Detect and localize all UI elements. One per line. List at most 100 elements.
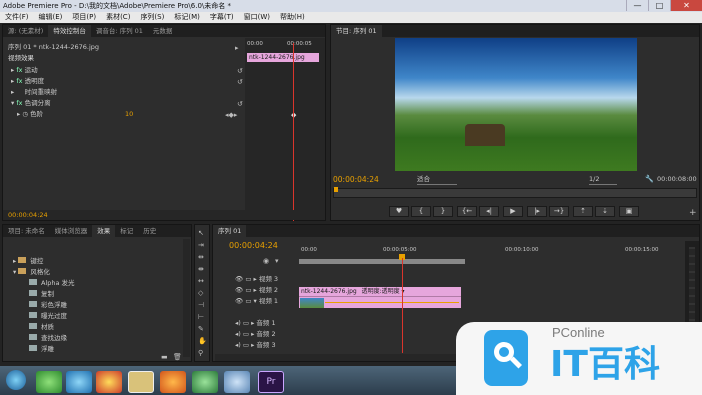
effect-solarize[interactable]: 曝光过度 xyxy=(29,311,67,322)
tab-effects[interactable]: 效果 xyxy=(92,225,116,237)
rate-stretch-tool-icon[interactable]: ↔ xyxy=(198,277,204,286)
menu-project[interactable]: 项目(P) xyxy=(67,12,101,23)
go-to-in-button[interactable]: {← xyxy=(457,206,477,217)
menu-title[interactable]: 字幕(T) xyxy=(205,12,239,23)
taskbar-window-icon[interactable] xyxy=(224,371,250,393)
menu-marker[interactable]: 标记(M) xyxy=(169,12,205,23)
track-audio1[interactable]: ◂) ▭ ▸ 音频 1 xyxy=(235,318,276,329)
opacity-line[interactable] xyxy=(325,302,459,303)
menu-sequence[interactable]: 序列(S) xyxy=(135,12,169,23)
work-area-bar[interactable] xyxy=(299,259,465,264)
add-marker-icon[interactable]: ▾ xyxy=(275,257,279,266)
taskbar-qq-icon[interactable] xyxy=(96,371,122,393)
program-scrub-bar[interactable] xyxy=(333,188,697,198)
window-title: Adobe Premiere Pro - D:\我的文档\Adobe\Premi… xyxy=(0,0,702,12)
menu-help[interactable]: 帮助(H) xyxy=(275,12,310,23)
menu-edit[interactable]: 编辑(E) xyxy=(34,12,68,23)
delete-icon[interactable]: 🗑 xyxy=(173,353,182,362)
start-button-icon[interactable] xyxy=(6,370,26,390)
new-folder-icon[interactable]: ▬ xyxy=(161,353,168,362)
taskbar-360-icon[interactable] xyxy=(36,371,62,393)
taskbar-ie-icon[interactable] xyxy=(66,371,92,393)
close-button[interactable]: ✕ xyxy=(670,0,702,11)
pen-tool-icon[interactable]: ✎ xyxy=(198,325,204,334)
snap-icon[interactable]: ◉ xyxy=(263,257,269,266)
folder-keying[interactable]: ▸ 键控 xyxy=(13,256,43,267)
maximize-button[interactable]: □ xyxy=(648,0,670,11)
track-video2[interactable]: 👁 ▭ ▸ 视频 2 xyxy=(235,285,278,296)
go-to-out-button[interactable]: →} xyxy=(549,206,569,217)
scrub-playhead[interactable] xyxy=(334,187,338,192)
reset-icon[interactable]: ↺ xyxy=(237,100,243,109)
step-forward-button[interactable]: |▸ xyxy=(527,206,547,217)
folder-stylize[interactable]: ▾ 风格化 xyxy=(13,267,50,278)
menu-clip[interactable]: 素材(C) xyxy=(101,12,135,23)
mark-in-button[interactable]: { xyxy=(411,206,431,217)
track-video3[interactable]: 👁 ▭ ▸ 视频 3 xyxy=(235,274,278,285)
menu-file[interactable]: 文件(F) xyxy=(0,12,34,23)
tab-sequence[interactable]: 序列 01 xyxy=(213,225,247,237)
tab-program[interactable]: 节目: 序列 01 xyxy=(331,25,382,37)
menu-window[interactable]: 窗口(W) xyxy=(239,12,275,23)
tab-metadata[interactable]: 元数据 xyxy=(148,25,178,37)
mark-out-button[interactable]: } xyxy=(433,206,453,217)
tab-markers[interactable]: 标记 xyxy=(115,225,138,237)
level-value[interactable]: 10 xyxy=(125,109,133,120)
fit-dropdown[interactable]: 适合 xyxy=(417,174,457,185)
add-marker-button[interactable]: ♥ xyxy=(389,206,409,217)
step-back-button[interactable]: ◂| xyxy=(479,206,499,217)
razor-tool-icon[interactable]: ◇ xyxy=(198,289,203,298)
track-audio2[interactable]: ◂) ▭ ▸ 音频 2 xyxy=(235,329,276,340)
effect-row-opacity[interactable]: ▸ fx 透明度 xyxy=(11,76,44,87)
zoom-tool-icon[interactable]: ⚲ xyxy=(198,349,203,358)
effect-row-motion[interactable]: ▸ fx 运动 xyxy=(11,65,38,76)
slip-tool-icon[interactable]: ⊣ xyxy=(198,301,204,310)
quality-dropdown[interactable]: 1/2 xyxy=(589,174,617,185)
ripple-edit-tool-icon[interactable]: ⇹ xyxy=(198,253,204,262)
tab-audio-mixer[interactable]: 调音台: 序列 01 xyxy=(91,25,148,37)
taskbar-premiere-icon[interactable]: Pr xyxy=(258,371,284,393)
taskbar-explorer-icon[interactable] xyxy=(128,371,154,393)
timeline-clip-header[interactable]: ntk-1244-2676.jpg 透明度:透明度 ▾ xyxy=(299,287,461,296)
tab-history[interactable]: 历史 xyxy=(138,225,161,237)
project-scrollbar[interactable] xyxy=(183,239,190,357)
effect-alpha-glow[interactable]: Alpha 发光 xyxy=(29,278,75,289)
export-frame-button[interactable]: ▣ xyxy=(619,206,639,217)
extract-button[interactable]: ⇣ xyxy=(595,206,615,217)
keyframe-nav-icon[interactable]: ◂◆▸ xyxy=(225,111,237,120)
effect-texturize[interactable]: 材质 xyxy=(29,322,54,333)
tab-source[interactable]: 源: (无素材) xyxy=(3,25,48,37)
reset-icon[interactable]: ↺ xyxy=(237,78,243,87)
mini-clip-label[interactable]: ntk-1244-2676.jpg xyxy=(247,53,319,62)
effect-find-edges[interactable]: 查找边缘 xyxy=(29,333,67,344)
effect-emboss[interactable]: 浮雕 xyxy=(29,344,54,355)
slide-tool-icon[interactable]: ⊢ xyxy=(198,313,204,322)
add-button-icon[interactable]: + xyxy=(689,209,697,218)
tab-project[interactable]: 项目: 未命名 xyxy=(3,225,50,237)
collapse-icon[interactable]: ▸ xyxy=(235,44,239,53)
play-button[interactable]: ▶ xyxy=(503,206,523,217)
mini-playhead[interactable] xyxy=(293,43,294,221)
tab-effect-controls[interactable]: 特效控制台 xyxy=(48,25,91,37)
tab-media-browser[interactable]: 媒体浏览器 xyxy=(50,225,93,237)
effect-row-level[interactable]: ▸ ◷ 色阶 xyxy=(17,109,43,120)
selection-tool-icon[interactable]: ↖ xyxy=(198,229,204,238)
track-select-tool-icon[interactable]: ⇥ xyxy=(198,241,204,250)
effect-replicate[interactable]: 复制 xyxy=(29,289,54,300)
timeline-playhead-line[interactable] xyxy=(402,258,403,353)
taskbar-player-icon[interactable] xyxy=(192,371,218,393)
timeline-clip-body[interactable] xyxy=(299,296,461,308)
hand-tool-icon[interactable]: ✋ xyxy=(198,337,207,346)
lift-button[interactable]: ⇡ xyxy=(573,206,593,217)
wrench-icon[interactable]: 🔧 xyxy=(645,175,654,184)
effect-row-posterize[interactable]: ▾ fx 色调分离 xyxy=(11,98,51,109)
effect-color-emboss[interactable]: 彩色浮雕 xyxy=(29,300,67,311)
rolling-edit-tool-icon[interactable]: ⇼ xyxy=(198,265,204,274)
reset-icon[interactable]: ↺ xyxy=(237,67,243,76)
track-audio3[interactable]: ◂) ▭ ▸ 音频 3 xyxy=(235,340,276,351)
effect-row-time-remap[interactable]: ▸ 时间重映射 xyxy=(11,87,57,98)
minimize-button[interactable]: — xyxy=(626,0,648,11)
taskbar-firefox-icon[interactable] xyxy=(160,371,186,393)
track-video1[interactable]: 👁 ▭ ▾ 视频 1 xyxy=(235,296,278,307)
clip-effect-dropdown[interactable]: 透明度:透明度 ▾ xyxy=(362,288,405,295)
